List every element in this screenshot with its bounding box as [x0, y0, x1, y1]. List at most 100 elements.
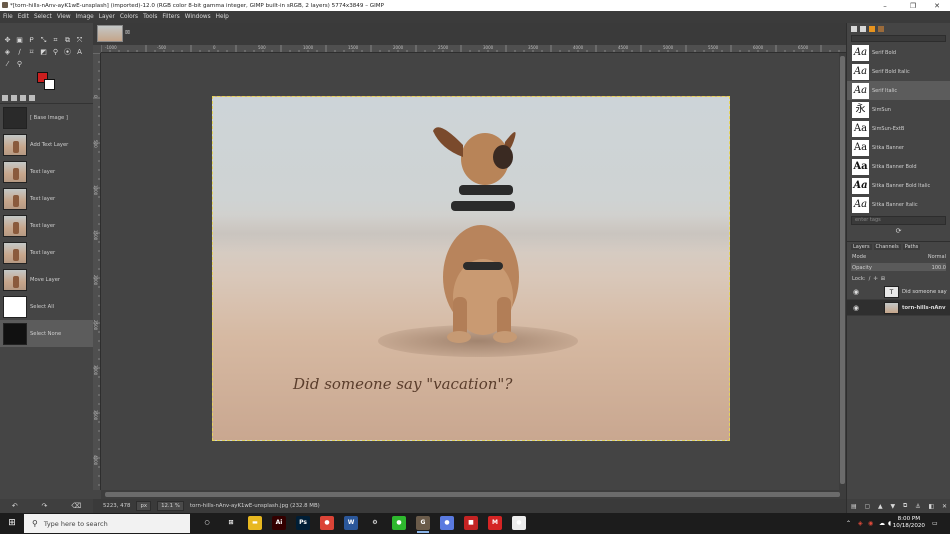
canvas-area[interactable]: Did someone say "vacation"?	[101, 53, 846, 490]
fuzzy-select-icon[interactable]: ⤡	[39, 36, 48, 45]
font-item[interactable]: Aa Serif Bold Italic	[847, 62, 950, 81]
settings-icon[interactable]: ⚙	[368, 516, 382, 530]
app-red-icon[interactable]: ■	[464, 516, 478, 530]
vertical-scroll-thumb[interactable]	[840, 56, 845, 484]
clone-tool-icon[interactable]: ⚲	[51, 48, 60, 57]
gimp-icon[interactable]: G	[416, 516, 430, 533]
duplicate-layer-icon[interactable]: ⧉	[903, 502, 907, 510]
menu-view[interactable]: View	[57, 14, 71, 20]
history-item[interactable]: Add Text Layer	[0, 131, 93, 158]
history-item[interactable]: Text layer	[0, 158, 93, 185]
undo-history-tab-icon[interactable]	[20, 95, 26, 101]
tab-paths[interactable]: Paths	[902, 243, 921, 250]
clear-history-icon[interactable]: ⌫	[71, 502, 81, 510]
app-shield-icon[interactable]: M	[488, 516, 502, 530]
eye-icon[interactable]: ◉	[853, 304, 862, 312]
color-picker-icon[interactable]: ⁄	[3, 60, 12, 69]
paintbrush-icon[interactable]: ∕	[15, 48, 24, 57]
warp-tool-icon[interactable]: ⤧	[75, 36, 84, 45]
new-layer-icon[interactable]: ▤	[851, 503, 857, 510]
windows-start-icon[interactable]: ⊞	[4, 516, 20, 531]
notifications-icon[interactable]: ▭	[932, 513, 938, 534]
menu-image[interactable]: Image	[76, 14, 94, 20]
menu-tools[interactable]: Tools	[143, 14, 157, 20]
refresh-fonts-icon[interactable]: ⟳	[847, 227, 950, 237]
delete-layer-icon[interactable]: ✕	[942, 503, 947, 510]
history-item[interactable]: Text layer	[0, 239, 93, 266]
move-tool-icon[interactable]: ✥	[3, 36, 12, 45]
menu-help[interactable]: Help	[216, 14, 229, 20]
tab-channels[interactable]: Channels	[873, 243, 901, 250]
file-explorer-icon[interactable]: ▬	[248, 516, 262, 530]
patterns-tab-icon[interactable]	[860, 25, 866, 32]
mask-icon[interactable]: ◧	[928, 503, 934, 510]
taskbar-clock[interactable]: 8:00 PM 10/18/2020	[893, 516, 925, 530]
font-item[interactable]: Aa Sitka Banner Bold Italic	[847, 176, 950, 195]
tray-chevron-icon[interactable]: ⌃	[846, 513, 851, 534]
font-item[interactable]: Aa SimSun-ExtB	[847, 119, 950, 138]
font-item-selected[interactable]: Aa Serif Italic	[847, 81, 950, 100]
undo-icon[interactable]: ↶	[12, 502, 18, 510]
images-tab-icon[interactable]	[29, 95, 35, 101]
menu-windows[interactable]: Windows	[185, 14, 211, 20]
menu-filters[interactable]: Filters	[162, 14, 179, 20]
menu-edit[interactable]: Edit	[18, 14, 29, 20]
zoom-tool-icon[interactable]: ⚲	[15, 60, 24, 69]
image-tab-thumbnail[interactable]	[97, 25, 123, 42]
horizontal-scrollbar[interactable]	[101, 490, 846, 499]
font-tags-input[interactable]: enter tags	[851, 216, 946, 225]
history-item[interactable]: Text layer	[0, 185, 93, 212]
font-item[interactable]: Aa Sitka Banner Italic	[847, 195, 950, 214]
background-color-swatch[interactable]	[44, 79, 55, 90]
maximize-button[interactable]: ❐	[900, 0, 926, 11]
app-white-icon[interactable]: ●	[512, 516, 526, 530]
redo-icon[interactable]: ↷	[42, 502, 48, 510]
menu-colors[interactable]: Colors	[120, 14, 138, 20]
eraser-icon[interactable]: ◩	[39, 48, 48, 57]
history-item[interactable]: Select All	[0, 293, 93, 320]
airbrush-icon[interactable]: ⌑	[27, 48, 36, 57]
smudge-tool-icon[interactable]: ⦿	[63, 48, 72, 57]
font-item[interactable]: Aa Sitka Banner Bold	[847, 157, 950, 176]
transform-tool-icon[interactable]: ⧉	[63, 36, 72, 45]
device-status-tab-icon[interactable]	[11, 95, 17, 101]
tab-layers[interactable]: Layers	[851, 243, 872, 250]
lock-position-icon[interactable]: ✛	[873, 276, 877, 282]
close-button[interactable]: ✕	[924, 0, 950, 11]
raise-layer-icon[interactable]: ▲	[878, 503, 883, 510]
history-item[interactable]: [ Base Image ]	[0, 104, 93, 131]
unit-select[interactable]: px	[136, 501, 152, 511]
tray-volume-icon[interactable]: ◖	[888, 513, 891, 534]
history-item[interactable]: Move Layer	[0, 266, 93, 293]
tray-app-icon[interactable]: ◉	[868, 513, 873, 534]
lasso-tool-icon[interactable]: ᑭ	[27, 36, 36, 45]
taskbar-search-box[interactable]: ⚲ Type here to search	[24, 514, 190, 533]
chrome-icon[interactable]: ●	[320, 516, 334, 530]
app-green-icon[interactable]: ●	[392, 516, 406, 530]
anchor-layer-icon[interactable]: ⚓	[915, 503, 920, 510]
gradients-tab-icon[interactable]	[869, 25, 875, 32]
fonts-tab-icon[interactable]	[878, 25, 884, 32]
illustrator-icon[interactable]: Ai	[272, 516, 286, 530]
task-view-icon[interactable]: ⊞	[224, 516, 238, 530]
layer-row[interactable]: ◉ T Did someone say	[847, 284, 950, 300]
fonts-filter[interactable]	[851, 35, 946, 42]
layer-row-selected[interactable]: ◉ torn-hills-nAnv	[847, 300, 950, 316]
browser-icon[interactable]: ●	[440, 516, 454, 530]
horizontal-scroll-thumb[interactable]	[105, 492, 840, 497]
opacity-value[interactable]: 100.0	[932, 265, 946, 271]
lock-alpha-icon[interactable]: ⊞	[881, 276, 885, 282]
bucket-fill-icon[interactable]: ◈	[3, 48, 12, 57]
tool-options-tab-icon[interactable]	[2, 95, 8, 101]
brushes-tab-icon[interactable]	[851, 25, 857, 32]
tray-network-icon[interactable]: ☁	[879, 513, 885, 534]
align-tool-icon[interactable]: ▣	[15, 36, 24, 45]
close-tab-icon[interactable]: ⊠	[125, 30, 131, 36]
eye-icon[interactable]: ◉	[853, 288, 862, 296]
text-tool-icon[interactable]: A	[75, 48, 84, 57]
font-item[interactable]: 永 SimSun	[847, 100, 950, 119]
zoom-select[interactable]: 12.1 %	[157, 501, 184, 511]
cortana-icon[interactable]: ○	[200, 516, 214, 530]
minimize-button[interactable]: –	[872, 0, 898, 11]
lower-layer-icon[interactable]: ▼	[891, 503, 896, 510]
